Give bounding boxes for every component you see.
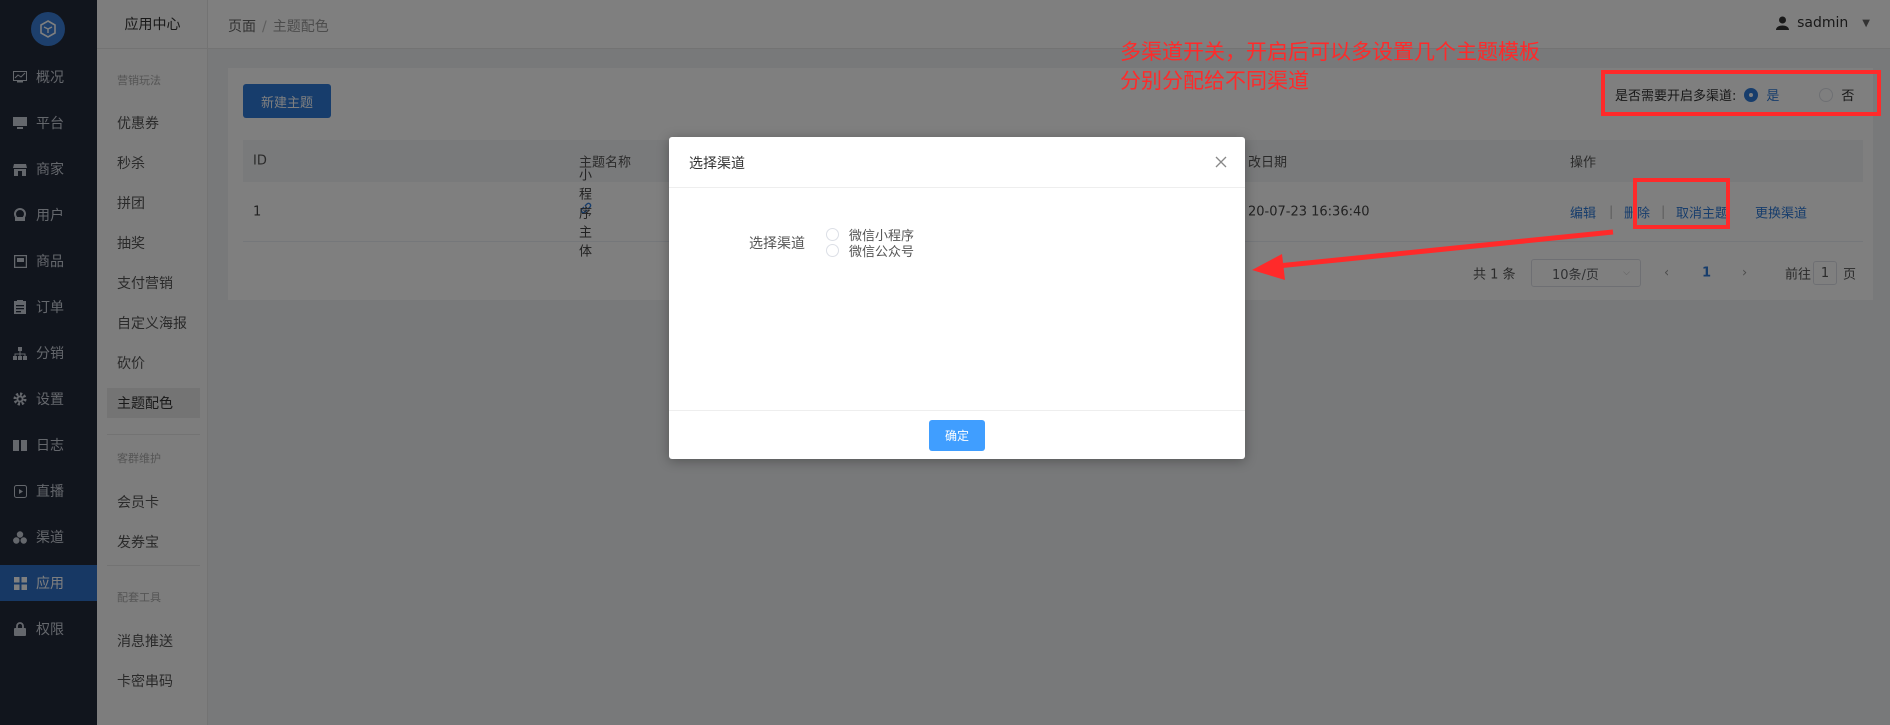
dialog-header: 选择渠道 [669,137,1245,188]
radio-official-account[interactable] [826,244,839,257]
annotation-note: 多渠道开关，开启后可以多设置几个主题模板 分别分配给不同渠道 [1120,38,1540,96]
highlight-box-cancel-theme [1633,178,1730,229]
channel-field-label: 选择渠道 [749,236,805,252]
dialog-footer-divider [669,410,1245,411]
annotation-line: 多渠道开关，开启后可以多设置几个主题模板 [1120,40,1540,64]
select-channel-dialog: 选择渠道 选择渠道 微信小程序 微信公众号 确定 [669,137,1245,459]
radio-mini-program[interactable] [826,228,839,241]
option-official-account[interactable]: 微信公众号 [826,241,914,260]
highlight-box-switch [1601,70,1881,116]
confirm-button[interactable]: 确定 [929,420,985,451]
dialog-title: 选择渠道 [689,156,745,172]
option-label: 微信公众号 [849,245,915,260]
annotation-line: 分别分配给不同渠道 [1120,69,1309,93]
close-icon[interactable] [1215,156,1227,168]
